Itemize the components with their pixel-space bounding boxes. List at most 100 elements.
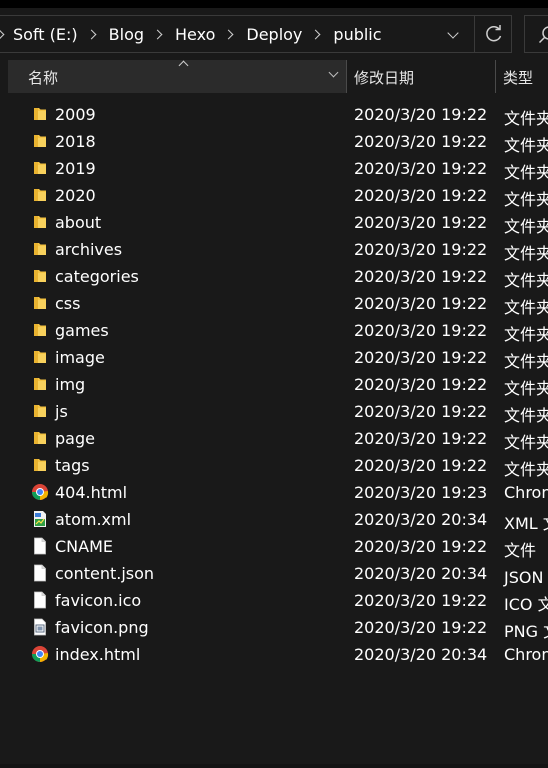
- blank-file-icon: [31, 591, 49, 609]
- search-icon: [538, 26, 548, 44]
- folder-icon: [31, 294, 49, 312]
- file-name[interactable]: page: [55, 429, 95, 448]
- column-header-date[interactable]: 修改日期: [354, 67, 414, 88]
- file-type: XML 文: [504, 514, 548, 533]
- file-modified-date: 2020/3/20 19:22: [354, 429, 488, 448]
- file-name[interactable]: games: [55, 321, 109, 340]
- file-row[interactable]: favicon.ico 2020/3/20 19:22 ICO 文: [0, 587, 548, 614]
- folder-icon: [31, 132, 49, 150]
- file-name[interactable]: index.html: [55, 645, 140, 664]
- refresh-button[interactable]: [474, 16, 512, 52]
- file-name[interactable]: 2019: [55, 159, 96, 178]
- file-name[interactable]: js: [55, 402, 68, 421]
- file-type: 文件夹: [504, 352, 548, 371]
- address-bar[interactable]: Soft (E:) Blog Hexo Deploy public: [0, 15, 512, 53]
- file-name[interactable]: favicon.ico: [55, 591, 141, 610]
- breadcrumb-item-deploy[interactable]: Deploy: [246, 25, 302, 44]
- file-name[interactable]: 2018: [55, 132, 96, 151]
- file-row[interactable]: archives 2020/3/20 19:22 文件夹: [0, 236, 548, 263]
- column-divider[interactable]: [495, 60, 496, 93]
- file-row[interactable]: 2009 2020/3/20 19:22 文件夹: [0, 101, 548, 128]
- blank-file-icon: [31, 537, 49, 555]
- file-row[interactable]: categories 2020/3/20 19:22 文件夹: [0, 263, 548, 290]
- chrome-icon: [31, 483, 49, 501]
- file-modified-date: 2020/3/20 20:34: [354, 510, 488, 529]
- file-name[interactable]: image: [55, 348, 105, 367]
- file-name[interactable]: tags: [55, 456, 90, 475]
- address-history-button[interactable]: [440, 27, 468, 44]
- folder-icon: [31, 321, 49, 339]
- file-list: 2009 2020/3/20 19:22 文件夹 2018 2020/3/20 19:2…: [0, 101, 548, 668]
- file-type: 文件夹: [504, 379, 548, 398]
- file-row[interactable]: js 2020/3/20 19:22 文件夹: [0, 398, 548, 425]
- file-name[interactable]: css: [55, 294, 80, 313]
- file-name[interactable]: atom.xml: [55, 510, 131, 529]
- file-name[interactable]: categories: [55, 267, 139, 286]
- file-name[interactable]: content.json: [55, 564, 154, 583]
- file-name[interactable]: 2009: [55, 105, 96, 124]
- folder-icon: [31, 240, 49, 258]
- breadcrumb-item-blog[interactable]: Blog: [109, 25, 144, 44]
- file-row[interactable]: favicon.png 2020/3/20 19:22 PNG 文: [0, 614, 548, 641]
- file-row[interactable]: about 2020/3/20 19:22 文件夹: [0, 209, 548, 236]
- chevron-right-icon[interactable]: [0, 29, 5, 39]
- file-row[interactable]: CNAME 2020/3/20 19:22 文件: [0, 533, 548, 560]
- folder-icon: [31, 402, 49, 420]
- file-row[interactable]: 2019 2020/3/20 19:22 文件夹: [0, 155, 548, 182]
- column-filter-icon[interactable]: [328, 67, 339, 78]
- file-row[interactable]: css 2020/3/20 19:22 文件夹: [0, 290, 548, 317]
- folder-icon: [31, 105, 49, 123]
- chevron-right-icon[interactable]: [310, 29, 321, 39]
- file-modified-date: 2020/3/20 19:22: [354, 294, 488, 313]
- chevron-right-icon[interactable]: [223, 29, 234, 39]
- file-modified-date: 2020/3/20 19:22: [354, 267, 488, 286]
- file-row[interactable]: image 2020/3/20 19:22 文件夹: [0, 344, 548, 371]
- column-header-name[interactable]: 名称: [8, 60, 346, 93]
- file-modified-date: 2020/3/20 20:34: [354, 564, 488, 583]
- file-type: 文件夹: [504, 325, 548, 344]
- folder-icon: [31, 456, 49, 474]
- file-row[interactable]: page 2020/3/20 19:22 文件夹: [0, 425, 548, 452]
- folder-icon: [31, 159, 49, 177]
- file-name[interactable]: archives: [55, 240, 122, 259]
- file-modified-date: 2020/3/20 19:22: [354, 240, 488, 259]
- file-name[interactable]: favicon.png: [55, 618, 149, 637]
- file-type: Chrom: [504, 483, 548, 502]
- chevron-right-icon[interactable]: [86, 29, 97, 39]
- breadcrumb-item-hexo[interactable]: Hexo: [175, 25, 215, 44]
- file-row[interactable]: img 2020/3/20 19:22 文件夹: [0, 371, 548, 398]
- file-row[interactable]: atom.xml 2020/3/20 20:34 XML 文: [0, 506, 548, 533]
- blank-file-icon: [31, 564, 49, 582]
- folder-icon: [31, 375, 49, 393]
- breadcrumb-item-drive[interactable]: Soft (E:): [13, 25, 78, 44]
- file-type: 文件夹: [504, 190, 548, 209]
- file-modified-date: 2020/3/20 19:22: [354, 375, 488, 394]
- folder-icon: [31, 348, 49, 366]
- folder-icon: [31, 213, 49, 231]
- file-row[interactable]: content.json 2020/3/20 20:34 JSON 文: [0, 560, 548, 587]
- folder-icon: [31, 267, 49, 285]
- file-name[interactable]: img: [55, 375, 85, 394]
- file-row[interactable]: tags 2020/3/20 19:22 文件夹: [0, 452, 548, 479]
- file-type: 文件夹: [504, 109, 548, 128]
- file-name[interactable]: 2020: [55, 186, 96, 205]
- file-type: 文件夹: [504, 271, 548, 290]
- file-modified-date: 2020/3/20 19:23: [354, 483, 488, 502]
- column-header: 名称 修改日期 类型: [8, 60, 548, 93]
- folder-icon: [31, 429, 49, 447]
- file-type: 文件夹: [504, 244, 548, 263]
- file-name[interactable]: CNAME: [55, 537, 113, 556]
- search-input[interactable]: [524, 15, 548, 53]
- column-header-type[interactable]: 类型: [503, 67, 533, 88]
- file-name[interactable]: about: [55, 213, 101, 232]
- file-row[interactable]: 2020 2020/3/20 19:22 文件夹: [0, 182, 548, 209]
- file-row[interactable]: 2018 2020/3/20 19:22 文件夹: [0, 128, 548, 155]
- file-row[interactable]: games 2020/3/20 19:22 文件夹: [0, 317, 548, 344]
- column-divider[interactable]: [346, 60, 347, 93]
- chevron-right-icon[interactable]: [152, 29, 163, 39]
- file-row[interactable]: 404.html 2020/3/20 19:23 Chrom: [0, 479, 548, 506]
- file-type: JSON 文: [504, 568, 548, 587]
- file-name[interactable]: 404.html: [55, 483, 127, 502]
- file-row[interactable]: index.html 2020/3/20 20:34 Chrom: [0, 641, 548, 668]
- breadcrumb-item-public[interactable]: public: [333, 25, 381, 44]
